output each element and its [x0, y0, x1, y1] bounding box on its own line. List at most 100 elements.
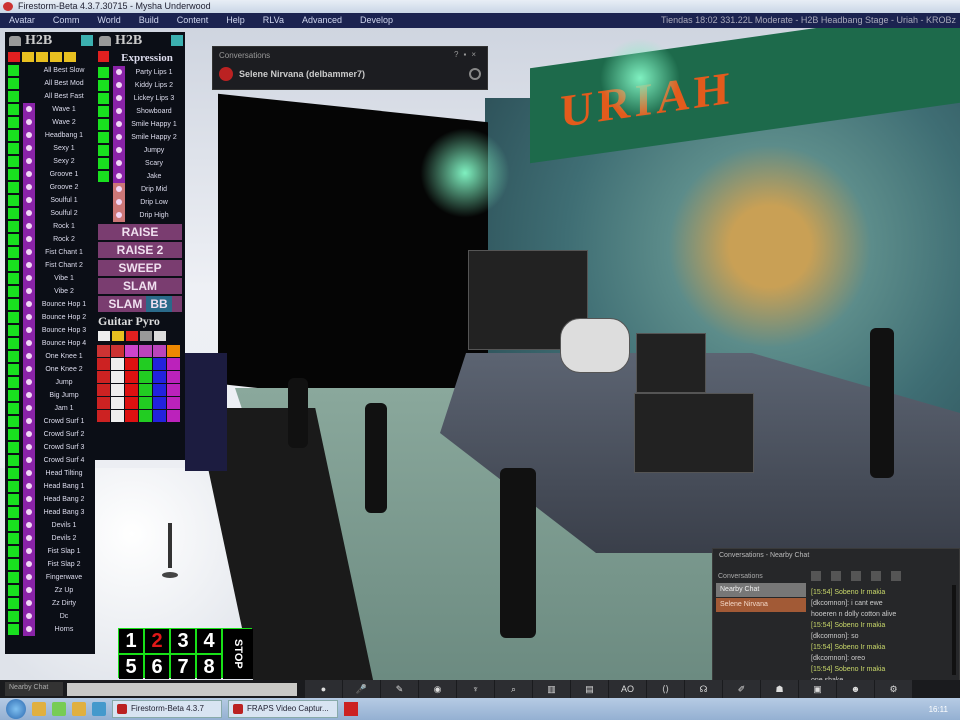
list-item[interactable]: One Knee 2: [5, 363, 95, 376]
list-item[interactable]: Lickey Lips 3: [95, 92, 185, 105]
list-item[interactable]: Bounce Hop 2: [5, 311, 95, 324]
color-swatch[interactable]: [97, 345, 110, 357]
toolbar-button[interactable]: ☻: [837, 680, 874, 698]
conversation-tab-nearby[interactable]: Nearby Chat: [716, 583, 806, 597]
color-swatch[interactable]: [97, 397, 110, 409]
purple-toggle[interactable]: [23, 454, 35, 467]
purple-toggle[interactable]: [23, 467, 35, 480]
list-item[interactable]: Head Bang 3: [5, 506, 95, 519]
purple-toggle[interactable]: [113, 157, 125, 170]
green-toggle[interactable]: [8, 156, 19, 167]
list-item[interactable]: Smile Happy 2: [95, 131, 185, 144]
green-toggle[interactable]: [8, 299, 19, 310]
stop-button[interactable]: STOP: [223, 629, 253, 679]
list-item[interactable]: Jump: [5, 376, 95, 389]
green-toggle[interactable]: [8, 507, 19, 518]
purple-toggle[interactable]: [23, 298, 35, 311]
color-swatch[interactable]: [167, 397, 180, 409]
list-item[interactable]: Groove 2: [5, 181, 95, 194]
add-icon[interactable]: [831, 571, 841, 581]
green-toggle[interactable]: [8, 247, 19, 258]
toolbar-button[interactable]: ✎: [381, 680, 418, 698]
avatar-guitarist[interactable]: [500, 468, 536, 638]
color-swatch[interactable]: [153, 384, 166, 396]
list-item[interactable]: Crowd Surf 2: [5, 428, 95, 441]
green-toggle[interactable]: [8, 65, 19, 76]
color-swatch[interactable]: [167, 358, 180, 370]
toolbar-button[interactable]: ✐: [723, 680, 760, 698]
song-key-3[interactable]: 3: [171, 629, 195, 653]
purple-toggle[interactable]: [113, 79, 125, 92]
list-item[interactable]: Fist Chant 1: [5, 246, 95, 259]
color-swatch[interactable]: [111, 345, 124, 357]
preset-icon[interactable]: [22, 52, 34, 62]
purple-toggle[interactable]: [23, 103, 35, 116]
stop-icon[interactable]: [8, 52, 20, 62]
color-swatch[interactable]: [153, 410, 166, 422]
menu-avatar[interactable]: Avatar: [0, 13, 44, 28]
green-toggle[interactable]: [8, 104, 19, 115]
toolbar-button[interactable]: ▤: [571, 680, 608, 698]
drip-toggle[interactable]: [113, 183, 125, 196]
color-swatch[interactable]: [111, 371, 124, 383]
scrollbar[interactable]: [952, 585, 956, 675]
toolbar-button[interactable]: ☗: [761, 680, 798, 698]
green-toggle[interactable]: [8, 234, 19, 245]
green-toggle[interactable]: [8, 208, 19, 219]
color-swatch[interactable]: [97, 384, 110, 396]
list-item[interactable]: Drip Low: [95, 196, 185, 209]
green-toggle[interactable]: [8, 533, 19, 544]
purple-toggle[interactable]: [23, 441, 35, 454]
toolbar-button[interactable]: ♆: [457, 680, 494, 698]
green-toggle[interactable]: [8, 598, 19, 609]
pyro-icon[interactable]: [112, 331, 124, 341]
toolbar-button[interactable]: ☊: [685, 680, 722, 698]
purple-toggle[interactable]: [23, 168, 35, 181]
purple-toggle[interactable]: [23, 194, 35, 207]
list-item[interactable]: Big Jump: [5, 389, 95, 402]
purple-toggle[interactable]: [23, 532, 35, 545]
list-item[interactable]: All Best Mod: [5, 77, 95, 90]
list-item[interactable]: Wave 1: [5, 103, 95, 116]
toolbar-button[interactable]: ▥: [533, 680, 570, 698]
im-user-name[interactable]: Selene Nirvana (delbammer7): [239, 69, 365, 79]
list-item[interactable]: Wave 2: [5, 116, 95, 129]
green-toggle[interactable]: [8, 520, 19, 531]
call-icon[interactable]: [871, 571, 881, 581]
green-toggle[interactable]: [8, 312, 19, 323]
purple-toggle[interactable]: [23, 363, 35, 376]
list-item[interactable]: Jam 1: [5, 402, 95, 415]
green-toggle[interactable]: [8, 494, 19, 505]
menu-develop[interactable]: Develop: [351, 13, 402, 28]
list-item[interactable]: Crowd Surf 4: [5, 454, 95, 467]
purple-toggle[interactable]: [113, 131, 125, 144]
color-swatch[interactable]: [97, 371, 110, 383]
list-item[interactable]: Head Bang 2: [5, 493, 95, 506]
song-key-8[interactable]: 8: [197, 655, 221, 679]
color-swatch[interactable]: [153, 371, 166, 383]
green-toggle[interactable]: [98, 119, 109, 130]
green-toggle[interactable]: [98, 171, 109, 182]
list-item[interactable]: Fist Chant 2: [5, 259, 95, 272]
list-item[interactable]: Scary: [95, 157, 185, 170]
list-item[interactable]: One Knee 1: [5, 350, 95, 363]
list-item[interactable]: Sexy 1: [5, 142, 95, 155]
menu-build[interactable]: Build: [130, 13, 168, 28]
list-item[interactable]: Sexy 2: [5, 155, 95, 168]
color-swatch[interactable]: [125, 410, 138, 422]
green-toggle[interactable]: [8, 117, 19, 128]
color-swatch[interactable]: [139, 384, 152, 396]
stop-icon[interactable]: [98, 51, 109, 62]
song-key-2[interactable]: 2: [145, 629, 169, 653]
song-key-7[interactable]: 7: [171, 655, 195, 679]
green-toggle[interactable]: [8, 351, 19, 362]
purple-toggle[interactable]: [23, 558, 35, 571]
list-item[interactable]: Fist Slap 1: [5, 545, 95, 558]
color-swatch[interactable]: [139, 410, 152, 422]
color-swatch[interactable]: [167, 410, 180, 422]
toolbar-button[interactable]: ⟨⟩: [647, 680, 684, 698]
menu-help[interactable]: Help: [217, 13, 254, 28]
green-toggle[interactable]: [98, 106, 109, 117]
green-toggle[interactable]: [8, 182, 19, 193]
toolbar-button[interactable]: ◉: [419, 680, 456, 698]
